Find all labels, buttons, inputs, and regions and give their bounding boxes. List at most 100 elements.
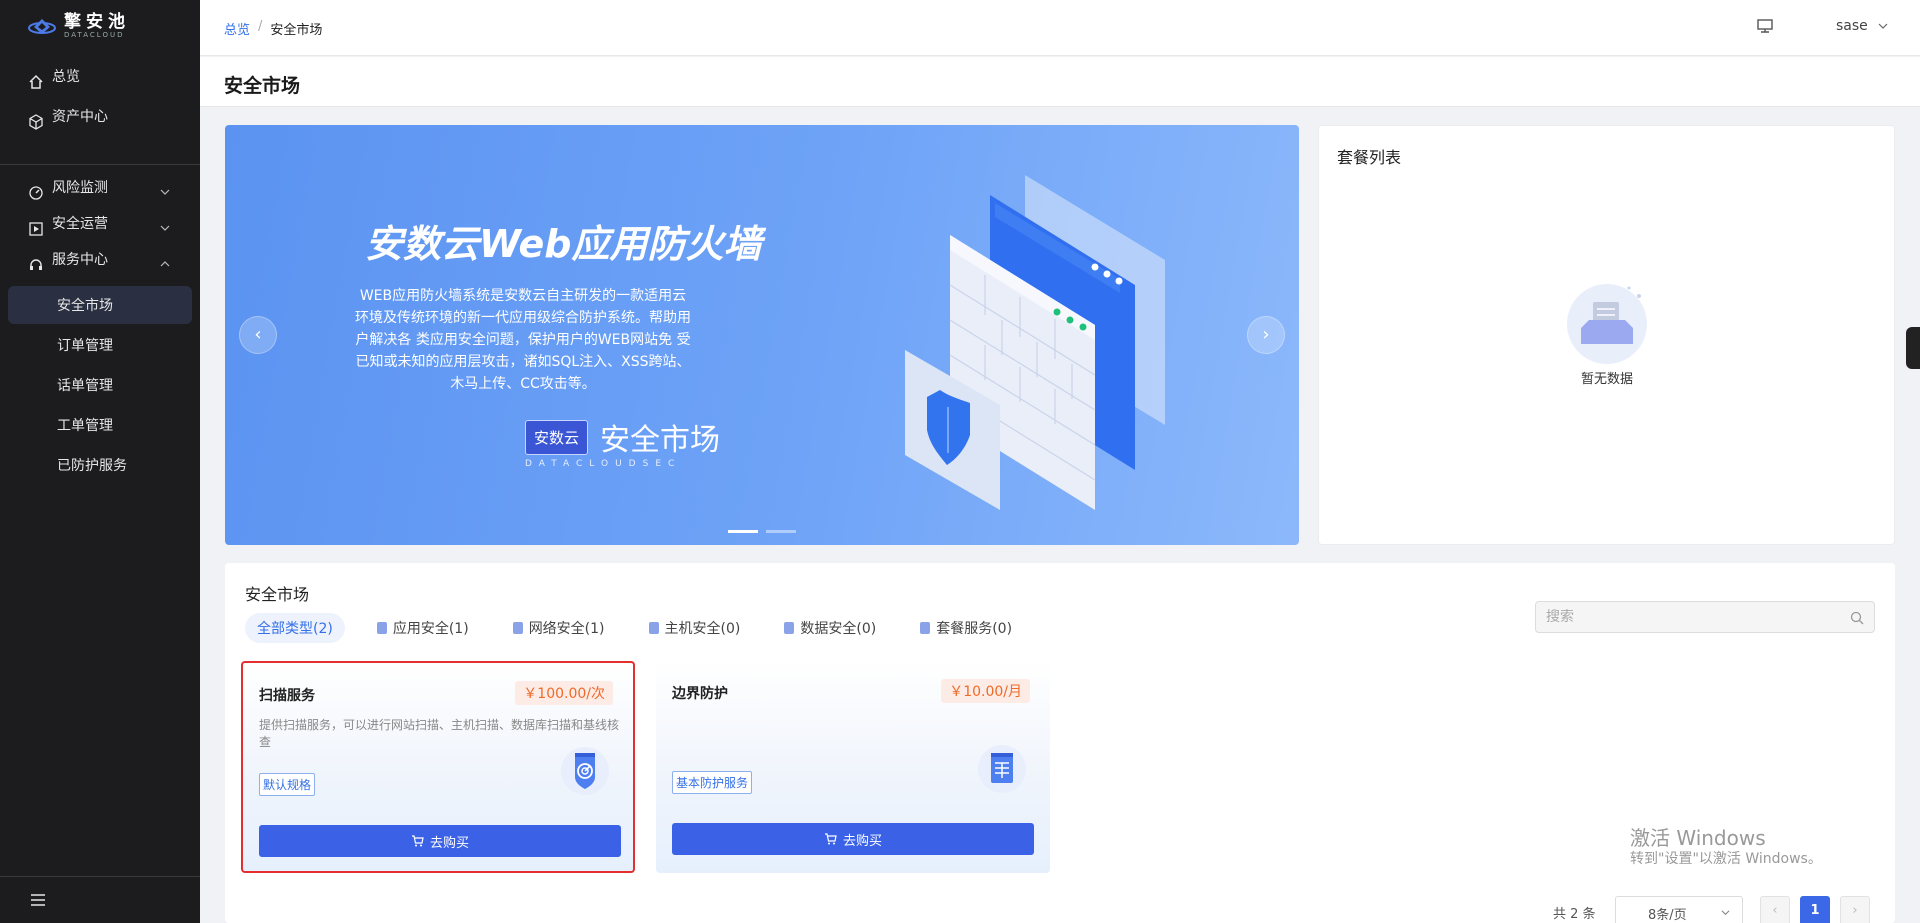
chevron-down-icon xyxy=(1721,910,1730,916)
pagination-total: 共 2 条 xyxy=(1553,907,1596,922)
top-bar: 总览 / 安全市场 sase xyxy=(200,0,1920,56)
sidebar-item-ticket-management[interactable]: 工单管理 xyxy=(8,406,192,444)
spec-tag[interactable]: 基本防护服务 xyxy=(672,771,753,794)
network-security-icon xyxy=(512,622,523,634)
page-size-value: 8条/页 xyxy=(1648,908,1687,923)
sidebar-item-label: 安全市场 xyxy=(57,298,113,314)
sidebar-item-label: 工单管理 xyxy=(57,418,113,434)
sidebar-item-label: 话单管理 xyxy=(57,378,113,394)
logo-icon xyxy=(28,19,56,34)
app-security-icon xyxy=(376,622,387,634)
page-title: 安全市场 xyxy=(224,75,301,97)
buy-button[interactable]: 去购买 xyxy=(672,823,1034,855)
cart-icon xyxy=(411,835,424,847)
market-title: 安全市场 xyxy=(245,585,310,604)
gauge-icon xyxy=(29,186,43,200)
host-security-icon xyxy=(648,622,659,634)
sidebar-item-label: 风险监测 xyxy=(52,180,108,196)
carousel-dot[interactable] xyxy=(766,530,796,533)
prev-page-button[interactable]: ‹ xyxy=(1760,896,1790,923)
chevron-down-icon xyxy=(1878,23,1888,29)
empty-state-text: 暂无数据 xyxy=(1580,372,1633,387)
chevron-down-icon xyxy=(160,225,170,231)
search-input[interactable] xyxy=(1546,609,1846,625)
tab-label: 数据安全(0) xyxy=(800,621,877,637)
monitor-icon[interactable] xyxy=(1756,18,1774,34)
carousel-indicators xyxy=(728,530,796,533)
play-square-icon xyxy=(29,222,43,236)
tab-data-security[interactable]: 数据安全(0) xyxy=(772,613,888,643)
menu-collapse-icon[interactable] xyxy=(30,893,46,907)
sidebar-item-label: 订单管理 xyxy=(57,338,113,354)
carousel-prev-button[interactable]: ‹ xyxy=(239,316,277,354)
buy-button-label: 去购买 xyxy=(842,833,882,849)
firewall-icon xyxy=(978,745,1026,793)
buy-button[interactable]: 去购买 xyxy=(259,825,621,857)
market-panel: 安全市场 全部类型(2) 应用安全(1) 网络安全(1) 主机安全(0) 数据安… xyxy=(225,563,1895,923)
headset-icon xyxy=(30,259,42,270)
search-icon[interactable] xyxy=(1850,611,1864,625)
package-list-title: 套餐列表 xyxy=(1337,148,1402,167)
search-box xyxy=(1535,601,1875,633)
tab-label: 网络安全(1) xyxy=(528,621,605,637)
buy-button-label: 去购买 xyxy=(429,835,469,851)
sidebar-item-label: 总览 xyxy=(52,69,80,85)
page-header: 安全市场 xyxy=(200,57,1920,107)
sidebar-item-label: 安全运营 xyxy=(52,216,108,232)
chevron-down-icon xyxy=(160,189,170,195)
package-service-icon xyxy=(920,622,931,634)
home-icon xyxy=(29,74,43,89)
radar-shield-icon xyxy=(561,747,609,795)
carousel-next-button[interactable]: › xyxy=(1247,316,1285,354)
tab-app-security[interactable]: 应用安全(1) xyxy=(365,613,481,643)
sidebar-item-security-market[interactable]: 安全市场 xyxy=(8,286,192,324)
sidebar-item-label: 已防护服务 xyxy=(57,458,127,474)
brand-sub: DATACLOUD xyxy=(64,31,125,39)
product-title: 扫描服务 xyxy=(259,688,315,704)
sidebar-item-protected-services[interactable]: 已防护服务 xyxy=(8,446,192,484)
sidebar-divider xyxy=(0,164,200,165)
logo[interactable]: 擎安池 DATACLOUD xyxy=(28,14,130,40)
user-menu[interactable]: sase xyxy=(1836,18,1888,34)
banner-brand-text: 安全市场 xyxy=(600,423,721,458)
banner-title: 安数云Web应用防火墙 xyxy=(365,222,762,266)
next-page-button[interactable]: › xyxy=(1840,896,1870,923)
product-card[interactable]: 扫描服务 ￥100.00/次 提供扫描服务，可以进行网站扫描、主机扫描、数据库扫… xyxy=(241,661,635,873)
brand-name: 擎安池 xyxy=(64,12,130,32)
cube-icon xyxy=(29,114,43,130)
banner-description: WEB应用防火墙系统是安数云自主研发的一款适用云环境及传统环境的新一代应用级综合… xyxy=(355,288,691,392)
tab-network-security[interactable]: 网络安全(1) xyxy=(501,613,617,643)
page-number-button[interactable]: 1 xyxy=(1800,896,1830,923)
breadcrumb-current: 安全市场 xyxy=(270,23,323,38)
product-card[interactable]: 边界防护 ￥10.00/月 基本防护服务 去购买 xyxy=(656,661,1050,873)
package-list-panel: 套餐列表 暂无数据 xyxy=(1318,125,1895,545)
watermark-line1: 激活 Windows xyxy=(1630,826,1766,850)
tab-label: 套餐服务(0) xyxy=(936,621,1013,637)
breadcrumb: 总览 / 安全市场 xyxy=(224,19,322,38)
breadcrumb-overview-link[interactable]: 总览 xyxy=(224,19,250,38)
watermark-line2: 转到"设置"以激活 Windows。 xyxy=(1630,851,1822,867)
banner-carousel: 安数云Web应用防火墙 WEB应用防火墙系统是安数云自主研发的一款适用云环境及传… xyxy=(225,125,1299,545)
tab-label: 全部类型(2) xyxy=(257,621,333,637)
tab-all[interactable]: 全部类型(2) xyxy=(245,613,345,643)
sidebar-item-bill-management[interactable]: 话单管理 xyxy=(8,366,192,404)
tab-package-service[interactable]: 套餐服务(0) xyxy=(908,613,1024,643)
category-tabs: 全部类型(2) 应用安全(1) 网络安全(1) 主机安全(0) 数据安全(0) … xyxy=(245,613,1044,643)
sidebar-item-order-management[interactable]: 订单管理 xyxy=(8,326,192,364)
windows-activation-watermark: 激活 Windows 转到"设置"以激活 Windows。 xyxy=(1630,826,1822,868)
page-size-select[interactable]: 8条/页 xyxy=(1615,896,1743,923)
banner-brand: 安数云 安全市场 xyxy=(525,415,720,459)
tab-host-security[interactable]: 主机安全(0) xyxy=(637,613,753,643)
product-title: 边界防护 xyxy=(672,686,728,702)
side-drawer-handle[interactable] xyxy=(1906,327,1920,369)
tab-label: 应用安全(1) xyxy=(392,621,469,637)
cart-icon xyxy=(824,833,837,845)
carousel-dot[interactable] xyxy=(728,530,758,533)
sidebar-divider xyxy=(0,876,200,877)
product-price: ￥100.00/次 xyxy=(515,681,613,705)
spec-tag[interactable]: 默认规格 xyxy=(259,773,316,796)
breadcrumb-separator: / xyxy=(258,19,263,34)
empty-inbox-icon xyxy=(1567,284,1647,364)
firewall-illustration xyxy=(905,175,1165,510)
banner-brand-box: 安数云 xyxy=(525,419,589,455)
